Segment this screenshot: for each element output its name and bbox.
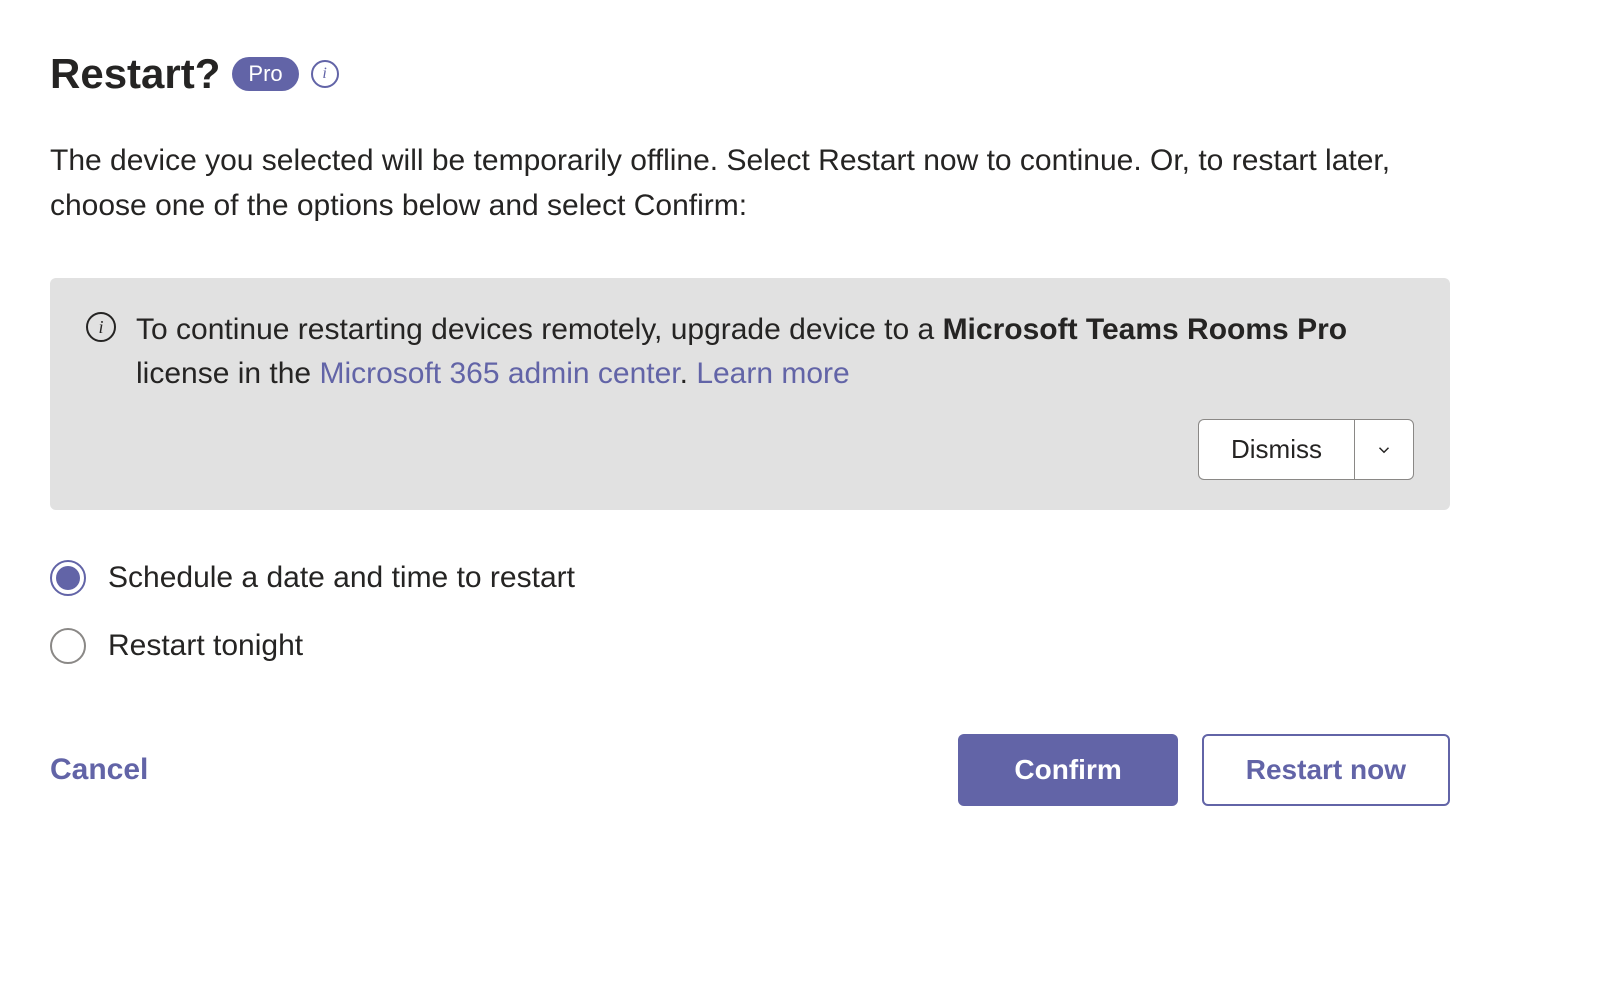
banner-text: To continue restarting devices remotely,… [136, 308, 1414, 395]
radio-tonight[interactable]: Restart tonight [50, 628, 1450, 664]
radio-indicator-unselected [50, 628, 86, 664]
banner-actions: Dismiss [136, 419, 1414, 480]
restart-options: Schedule a date and time to restart Rest… [50, 560, 1450, 664]
cancel-button[interactable]: Cancel [50, 753, 148, 787]
radio-label-tonight: Restart tonight [108, 629, 303, 663]
dialog-footer: Cancel Confirm Restart now [50, 734, 1450, 806]
banner-separator: . [680, 357, 697, 390]
dialog-header: Restart? Pro i [50, 50, 1450, 98]
restart-now-button[interactable]: Restart now [1202, 734, 1450, 806]
pro-badge: Pro [232, 57, 298, 91]
confirm-button[interactable]: Confirm [958, 734, 1177, 806]
radio-schedule[interactable]: Schedule a date and time to restart [50, 560, 1450, 596]
dialog-description: The device you selected will be temporar… [50, 138, 1450, 228]
footer-buttons: Confirm Restart now [958, 734, 1450, 806]
learn-more-link[interactable]: Learn more [696, 357, 849, 390]
restart-dialog: Restart? Pro i The device you selected w… [50, 50, 1450, 806]
info-icon[interactable]: i [311, 60, 339, 88]
radio-label-schedule: Schedule a date and time to restart [108, 561, 575, 595]
dialog-title: Restart? [50, 50, 220, 98]
banner-content: To continue restarting devices remotely,… [136, 308, 1414, 480]
admin-center-link[interactable]: Microsoft 365 admin center [319, 357, 679, 390]
banner-text-mid: license in the [136, 357, 319, 390]
dismiss-split-button: Dismiss [1198, 419, 1414, 480]
radio-dot [56, 566, 80, 590]
banner-text-prefix: To continue restarting devices remotely,… [136, 313, 943, 346]
info-icon: i [86, 312, 116, 342]
chevron-down-icon [1375, 441, 1393, 459]
dismiss-button[interactable]: Dismiss [1198, 419, 1354, 480]
banner-bold: Microsoft Teams Rooms Pro [943, 313, 1348, 346]
dismiss-dropdown-button[interactable] [1354, 419, 1414, 480]
radio-indicator-selected [50, 560, 86, 596]
upgrade-banner: i To continue restarting devices remotel… [50, 278, 1450, 510]
